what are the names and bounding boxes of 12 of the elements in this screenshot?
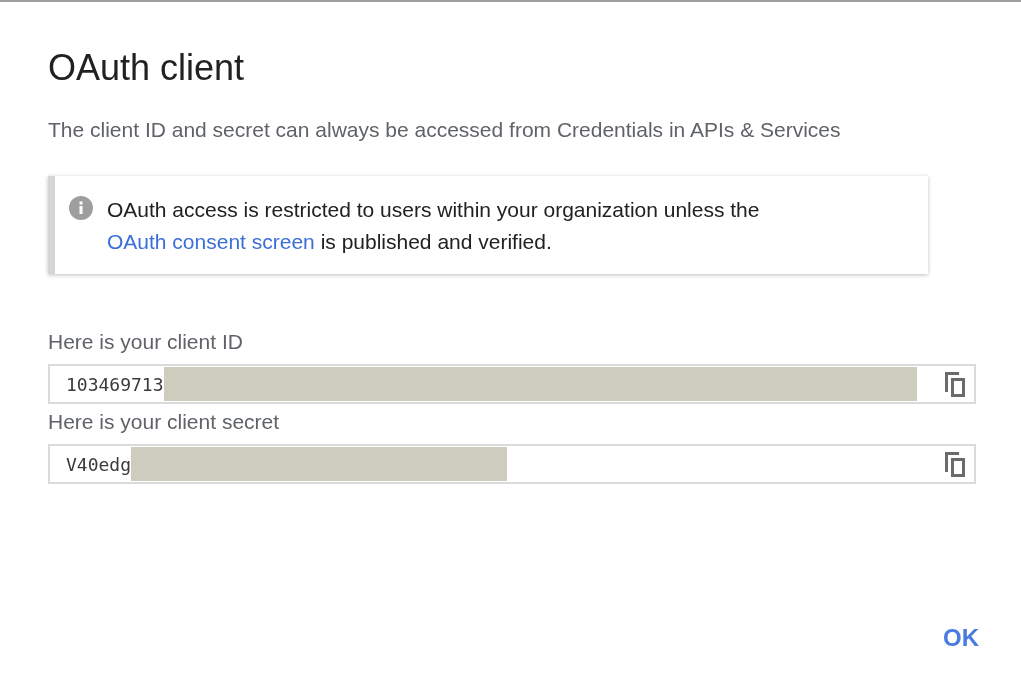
field-label: Here is your client ID xyxy=(48,329,244,355)
credential-field[interactable]: 103469713 xyxy=(48,364,976,404)
dialog-description: The client ID and secret can always be accessed from Credentials in APIs & Services xyxy=(48,117,842,143)
copy-icon[interactable] xyxy=(942,370,968,398)
copy-icon[interactable] xyxy=(942,450,968,478)
info-icon xyxy=(69,196,93,220)
field-label: Here is your client secret xyxy=(48,409,281,435)
notice-text: OAuth access is restricted to users within your organization unless the OAuth consent screen is published and verified. xyxy=(107,197,761,255)
dialog-title: OAuth client xyxy=(48,46,246,90)
credential-field[interactable]: V40edg xyxy=(48,444,976,484)
consent-screen-link[interactable]: OAuth consent screen xyxy=(107,230,315,253)
ok-button[interactable]: OK xyxy=(935,616,987,660)
